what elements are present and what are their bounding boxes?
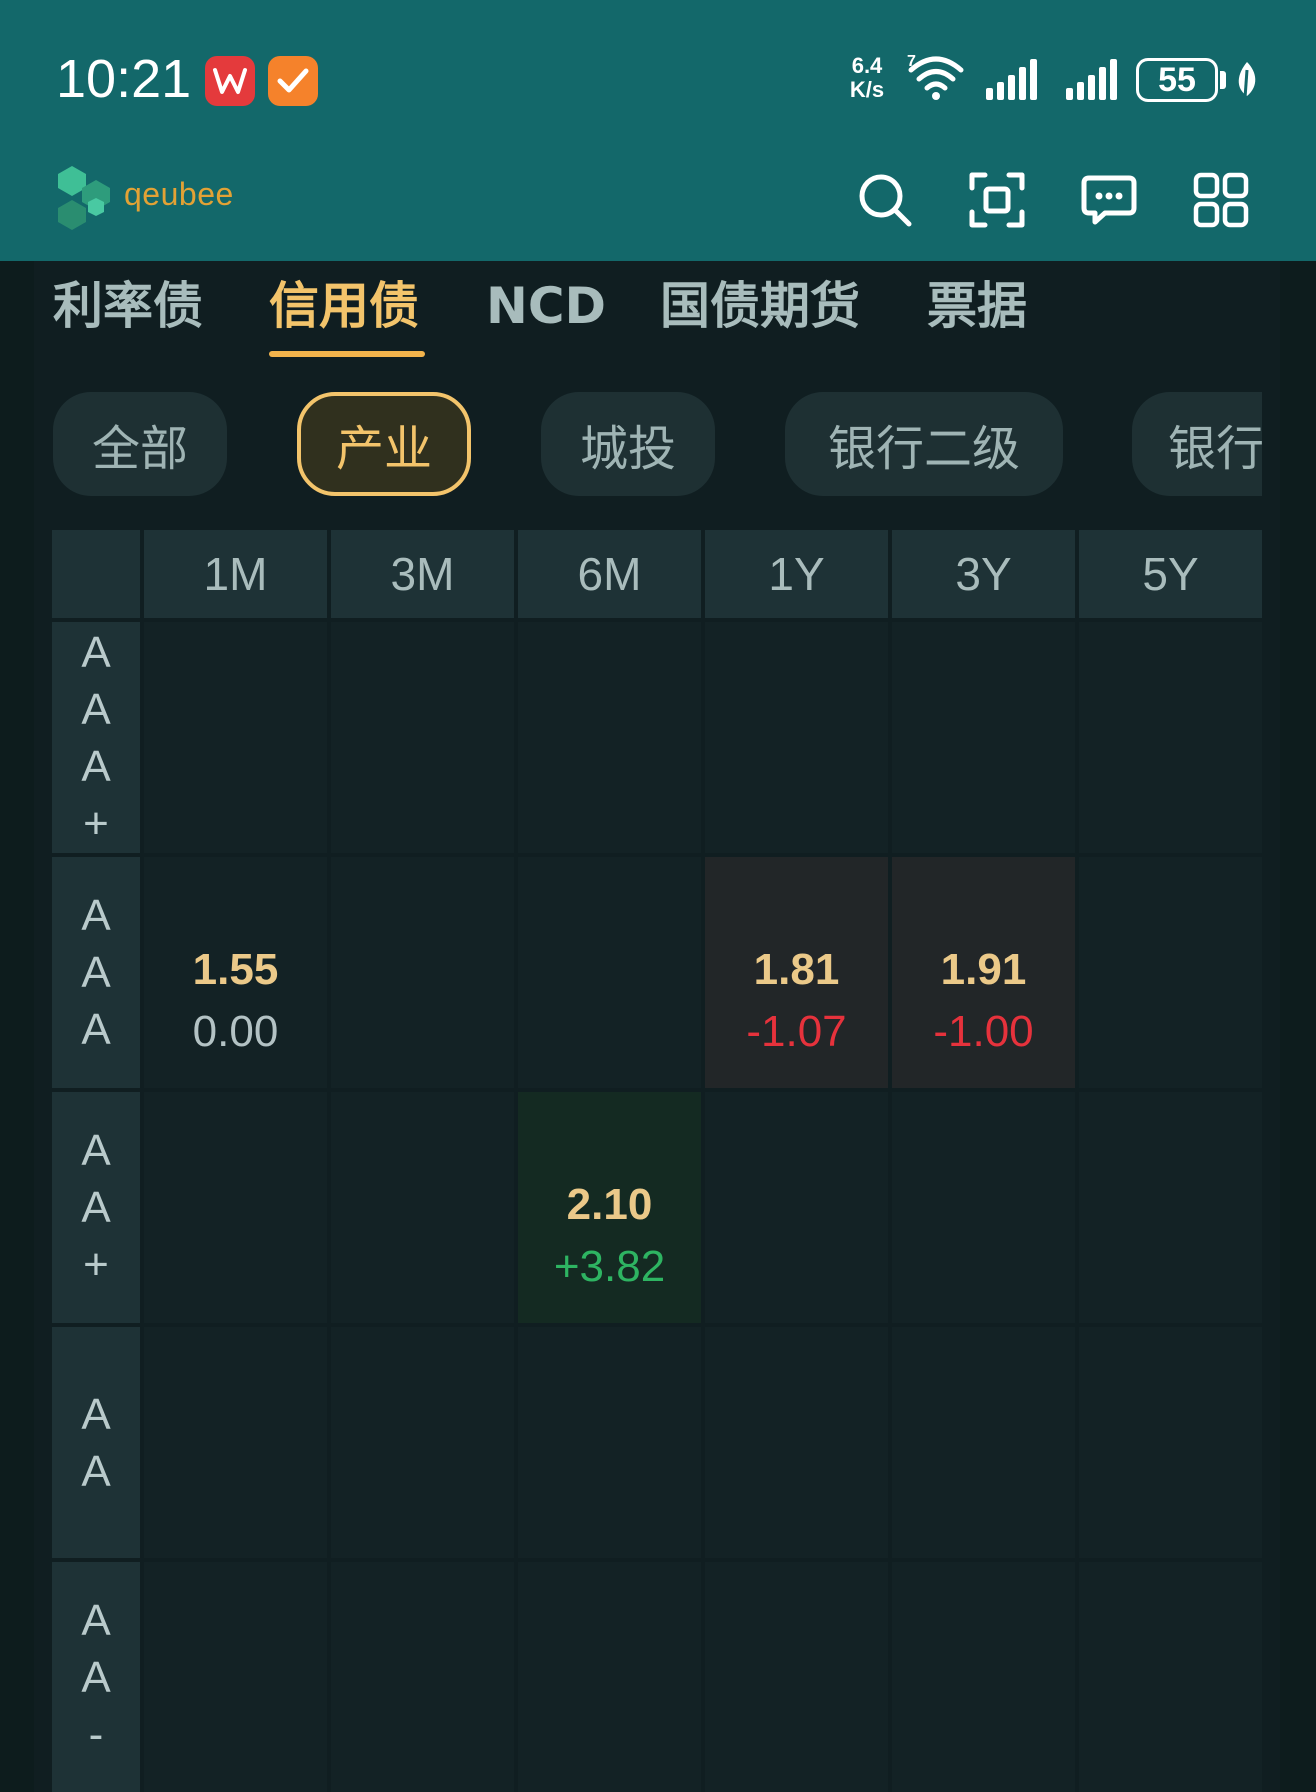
empty-cell xyxy=(1079,622,1262,853)
logo-text: qeubee xyxy=(124,176,234,212)
network-speed-value: 6.4 xyxy=(851,53,883,78)
grid-corner xyxy=(52,530,140,618)
quote-cell[interactable]: 2.10 +3.82 xyxy=(518,1092,701,1323)
rating-letter: + xyxy=(83,798,109,848)
power-saving-leaf-icon xyxy=(1238,62,1256,99)
yield-value: 1.81 xyxy=(753,945,840,994)
svg-text:7: 7 xyxy=(907,53,916,70)
network-speed-unit: K/s xyxy=(849,77,885,102)
rating-letter: A xyxy=(81,741,111,791)
empty-cell xyxy=(705,1327,888,1558)
chip-bank[interactable]: 银行 xyxy=(1132,392,1262,496)
tab-credit-bonds[interactable]: 信用债 xyxy=(269,276,419,336)
rating-letter: A xyxy=(81,891,111,940)
empty-cell xyxy=(331,622,514,853)
empty-cell xyxy=(144,1562,327,1792)
row-label-rating: A A + xyxy=(52,1092,140,1323)
battery-tip xyxy=(1220,71,1226,89)
message-icon[interactable] xyxy=(1081,172,1137,228)
chip-bank-tier2[interactable]: 银行二级 xyxy=(785,392,1063,496)
yield-grid: 1M 3M 6M 1Y 3Y 5Y A A A + A A A 1.55 0.00 1.81 -1.07 1.91… xyxy=(52,530,1263,1792)
column-header-5y[interactable]: 5Y xyxy=(1079,530,1262,618)
rating-letter: - xyxy=(88,1710,104,1759)
yield-change: +3.82 xyxy=(553,1242,666,1291)
rating-letter: A xyxy=(81,1005,111,1054)
battery-level: 55 xyxy=(1136,58,1218,102)
empty-cell xyxy=(518,857,701,1088)
empty-cell xyxy=(331,1092,514,1323)
wps-office-icon xyxy=(205,56,255,106)
rating-letter: A xyxy=(81,948,111,997)
signal-icon xyxy=(1066,59,1117,100)
rating-letter: A xyxy=(81,627,111,677)
column-header-6m[interactable]: 6M xyxy=(518,530,701,618)
empty-cell xyxy=(1079,1562,1262,1792)
yield-value: 1.91 xyxy=(940,945,1027,994)
empty-cell xyxy=(892,1092,1075,1323)
chip-all[interactable]: 全部 xyxy=(53,392,227,496)
empty-cell xyxy=(705,1562,888,1792)
tab-bills[interactable]: 票据 xyxy=(927,276,1027,336)
column-header-1y[interactable]: 1Y xyxy=(705,530,888,618)
signal-icon xyxy=(986,59,1037,100)
yield-change: 0.00 xyxy=(192,1007,279,1056)
tab-treasury-futures[interactable]: 国债期货 xyxy=(660,276,860,336)
row-label-rating: AA xyxy=(52,1327,140,1558)
active-tab-indicator xyxy=(269,351,425,357)
empty-cell xyxy=(705,622,888,853)
rating-letter: A xyxy=(81,1389,111,1439)
empty-cell xyxy=(1079,1092,1262,1323)
empty-cell xyxy=(518,1327,701,1558)
yield-change: -1.07 xyxy=(746,1007,847,1056)
empty-cell xyxy=(518,622,701,853)
task-check-icon xyxy=(268,56,318,106)
rating-letter: A xyxy=(81,1596,111,1645)
yield-value: 2.10 xyxy=(566,1180,653,1229)
rating-letter: A xyxy=(81,1183,111,1232)
column-header-1m[interactable]: 1M xyxy=(144,530,327,618)
yield-value: 1.55 xyxy=(192,945,279,994)
empty-cell xyxy=(144,622,327,853)
column-header-3y[interactable]: 3Y xyxy=(892,530,1075,618)
empty-cell xyxy=(518,1562,701,1792)
rating-letter: A xyxy=(81,1653,111,1702)
chip-industrial[interactable]: 产业 xyxy=(297,392,471,496)
empty-cell xyxy=(1079,1327,1262,1558)
empty-cell xyxy=(892,1327,1075,1558)
quote-cell[interactable]: 1.91 -1.00 xyxy=(892,857,1075,1088)
scan-icon[interactable] xyxy=(969,172,1025,228)
column-header-3m[interactable]: 3M xyxy=(331,530,514,618)
rating-letter: A xyxy=(81,684,111,734)
empty-cell xyxy=(331,857,514,1088)
wifi-icon: 7 xyxy=(907,53,964,100)
app-root: 10:21 6.4 K/s 7 55 qeubee 利率债 信用债 NCD 国债… xyxy=(0,0,1316,1792)
network-speed: 6.4 K/s xyxy=(842,54,892,102)
empty-cell xyxy=(144,1092,327,1323)
rating-letter: + xyxy=(83,1240,109,1289)
apps-grid-icon[interactable] xyxy=(1193,172,1249,228)
tab-rate-bonds[interactable]: 利率债 xyxy=(53,276,203,336)
chip-bank-clip: 银行 xyxy=(1132,392,1262,496)
quote-cell[interactable]: 1.81 -1.07 xyxy=(705,857,888,1088)
rating-letter: A xyxy=(81,1126,111,1175)
row-label-rating: AA - xyxy=(52,1562,140,1792)
empty-cell xyxy=(892,1562,1075,1792)
row-label-rating: AAA xyxy=(52,857,140,1088)
empty-cell xyxy=(892,622,1075,853)
tab-ncd[interactable]: NCD xyxy=(486,276,606,336)
empty-cell xyxy=(705,1092,888,1323)
rating-letter: A xyxy=(81,1446,111,1496)
empty-cell xyxy=(1079,857,1262,1088)
empty-cell xyxy=(331,1327,514,1558)
qeubee-logo-icon xyxy=(58,166,110,230)
chip-urban-investment[interactable]: 城投 xyxy=(541,392,715,496)
yield-change: -1.00 xyxy=(933,1007,1034,1056)
row-label-rating: A A A + xyxy=(52,622,140,853)
empty-cell xyxy=(144,1327,327,1558)
status-time: 10:21 xyxy=(56,49,192,109)
empty-cell xyxy=(331,1562,514,1792)
quote-cell[interactable]: 1.55 0.00 xyxy=(144,857,327,1088)
top-bar: 10:21 6.4 K/s 7 55 qeubee xyxy=(0,0,1316,261)
search-icon[interactable] xyxy=(857,172,913,228)
